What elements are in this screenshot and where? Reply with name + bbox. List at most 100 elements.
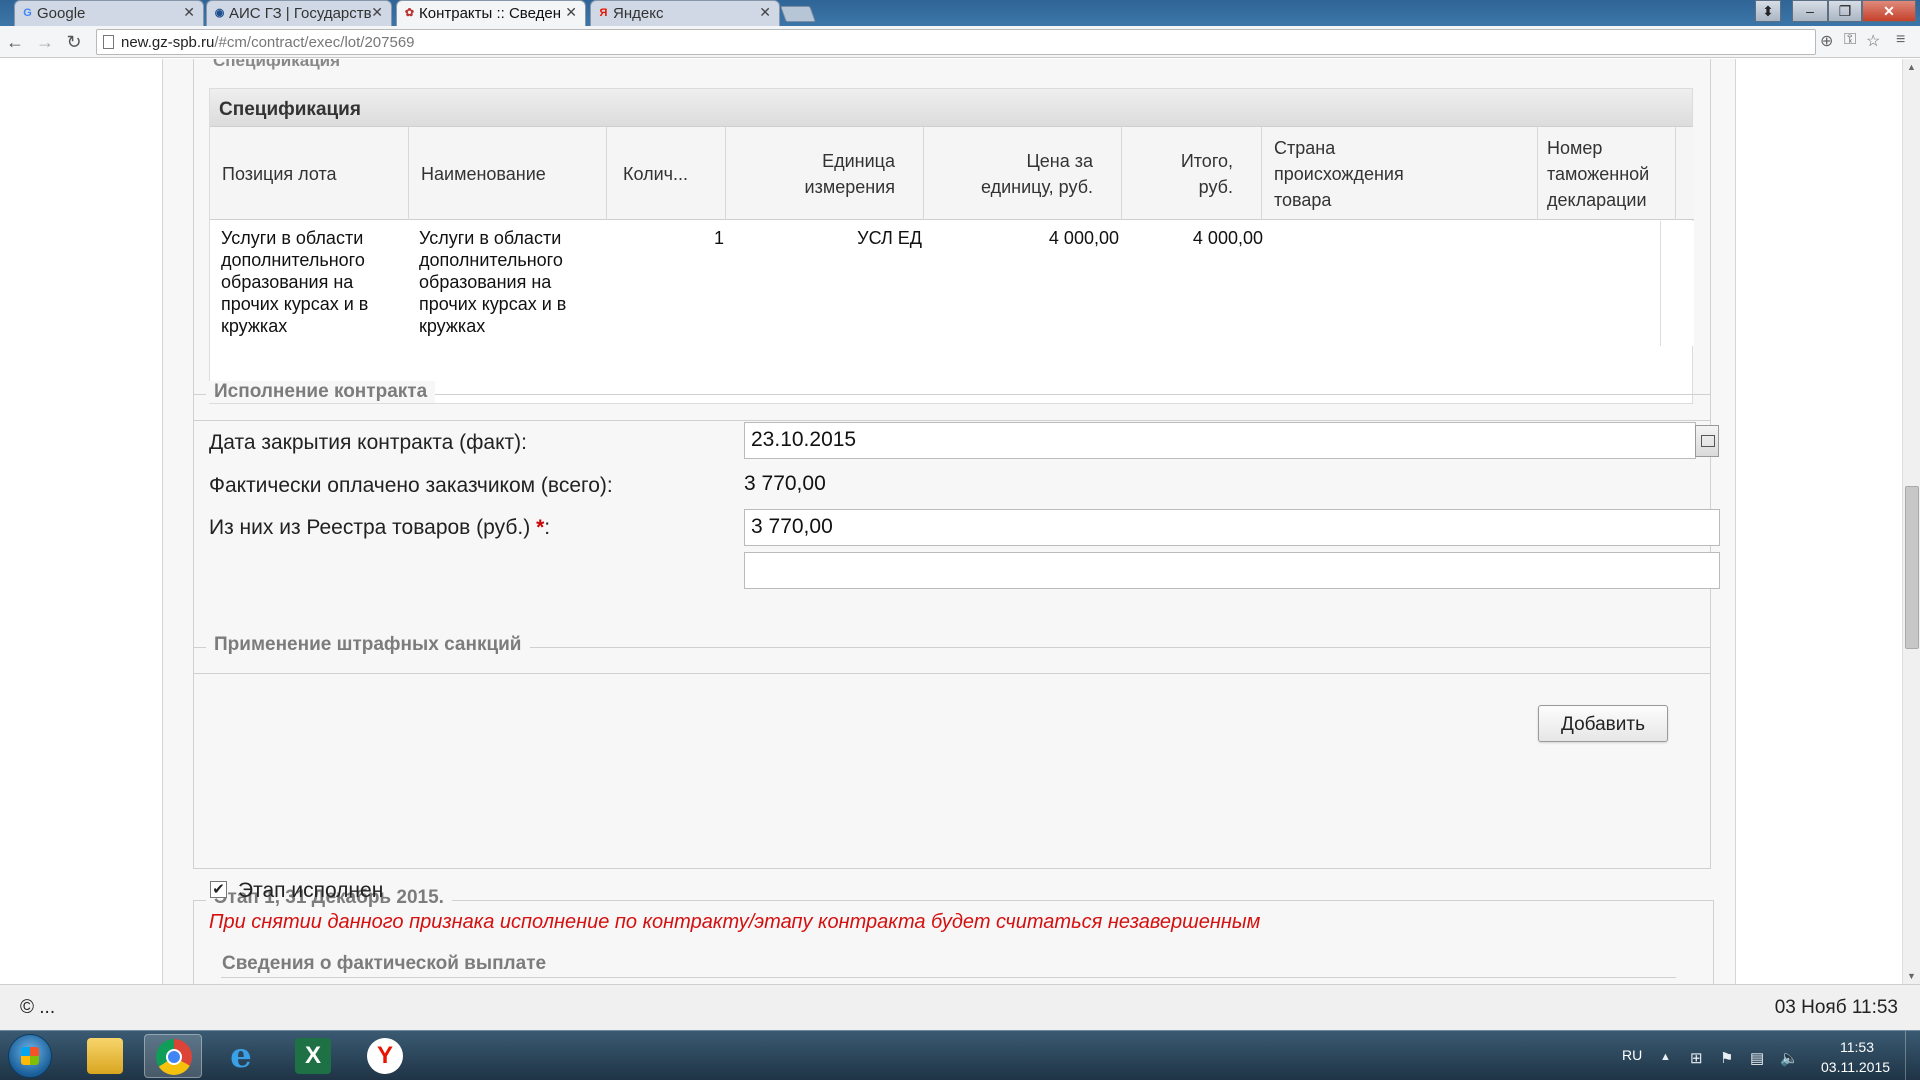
yandex-favicon-icon: Я	[599, 7, 608, 19]
windows-taskbar: e X Y RU ▲ ⊞ ⚑ ▤ 🔈 11:53 03.11.2015	[0, 1030, 1920, 1080]
cell-unit: УСЛ ЕД	[857, 228, 922, 248]
user-icon[interactable]: ⬍	[1755, 0, 1781, 22]
clock-date[interactable]: 03.11.2015	[1821, 1059, 1890, 1075]
network-icon[interactable]: ▤	[1750, 1049, 1764, 1067]
registry-label: Из них из Реестра товаров (руб.) *:	[209, 516, 551, 539]
close-date-input[interactable]: 23.10.2015	[744, 422, 1696, 459]
contracts-favicon-icon: ✿	[404, 7, 415, 19]
taskbar-chrome[interactable]	[144, 1034, 202, 1078]
tab-yandex[interactable]: Я Яндекс ✕	[590, 0, 780, 26]
add-penalty-button[interactable]: Добавить	[1538, 705, 1668, 742]
volume-icon[interactable]: 🔈	[1780, 1049, 1799, 1067]
row-divider	[1660, 221, 1661, 346]
table-row[interactable]: Услуги в области дополнительного образов…	[210, 221, 1694, 346]
page-viewport: Спецификация Спецификация Позиция лота Н…	[0, 59, 1902, 984]
close-date-label: Дата закрытия контракта (факт):	[209, 431, 527, 454]
show-desktop-button[interactable]	[1905, 1031, 1920, 1080]
col-header-name[interactable]: Наименование	[409, 127, 607, 220]
tab-label: Яндекс	[613, 5, 664, 22]
cell-price: 4 000,00	[1048, 228, 1119, 248]
cell-qty: 1	[713, 228, 724, 248]
browser-tab-bar: G Google ✕ ◉ АИС ГЗ | Государств ✕ ✿ Кон…	[0, 0, 1920, 26]
status-datetime: 03 Нояб 11:53	[1774, 997, 1898, 1018]
maximize-button[interactable]: ❐	[1828, 0, 1862, 22]
cut-section-header: Спецификация	[213, 59, 341, 70]
url-path: /#cm/contract/exec/lot/207569	[214, 34, 415, 51]
stage-done-checkbox[interactable]: ✔	[210, 881, 227, 898]
url-host: new.gz-spb.ru	[121, 34, 215, 51]
scroll-thumb[interactable]	[1905, 486, 1919, 649]
penalties-fieldset: Применение штрафных санкций	[193, 634, 1711, 869]
col-header-country[interactable]: Страна происхождения товара	[1262, 127, 1538, 220]
close-window-button[interactable]: ✕	[1862, 0, 1916, 22]
address-bar[interactable]: new.gz-spb.ru/#cm/contract/exec/lot/2075…	[96, 29, 1816, 55]
google-favicon-icon: G	[23, 7, 32, 19]
tab-close-icon[interactable]: ✕	[759, 4, 771, 21]
tab-label: АИС ГЗ | Государств	[229, 5, 372, 22]
payment-info-legend: Сведения о фактической выплате	[222, 953, 547, 974]
zoom-icon[interactable]: ⊕	[1820, 31, 1833, 51]
extra-input[interactable]	[744, 552, 1720, 589]
ais-favicon-icon: ◉	[214, 7, 225, 19]
stage-done-label: Этап исполнен	[238, 879, 384, 902]
registry-amount-input[interactable]: 3 770,00	[744, 509, 1720, 546]
browser-toolbar: ← → ↻ new.gz-spb.ru/#cm/contract/exec/lo…	[0, 26, 1920, 58]
tab-label: Контракты :: Сведен	[419, 5, 561, 22]
cell-name: Услуги в области дополнительного образов…	[419, 228, 567, 336]
new-tab-button[interactable]	[780, 6, 816, 22]
page-icon	[103, 35, 114, 49]
page-scrollbar[interactable]: ▲ ▼	[1902, 59, 1920, 984]
payment-fieldset-border	[221, 977, 1676, 978]
tab-label: Google	[37, 5, 86, 22]
scroll-up-icon[interactable]: ▲	[1907, 62, 1916, 72]
key-icon[interactable]: ⚿	[1844, 31, 1856, 49]
clock-time[interactable]: 11:53	[1840, 1039, 1874, 1055]
tab-contracts[interactable]: ✿ Контракты :: Сведен ✕	[396, 0, 586, 26]
execution-legend: Исполнение контракта	[206, 381, 436, 403]
forward-arrow-icon[interactable]: →	[34, 31, 56, 53]
taskbar-yandex[interactable]: Y	[356, 1034, 414, 1078]
tray-expand-icon[interactable]: ▲	[1660, 1051, 1671, 1063]
col-header-customs[interactable]: Номер таможенной декларации	[1538, 127, 1676, 220]
spec-title: Спецификация	[210, 89, 1692, 127]
spec-table: Спецификация Позиция лота Наименование К…	[209, 88, 1694, 404]
col-header-unit[interactable]: Единица измерения	[726, 127, 924, 220]
taskbar-excel[interactable]: X	[284, 1034, 342, 1078]
tab-close-icon[interactable]: ✕	[565, 4, 577, 21]
menu-icon[interactable]: ≡	[1896, 31, 1905, 49]
calendar-icon[interactable]	[1695, 425, 1719, 457]
stage-warning-text: При снятии данного признака исполнение п…	[209, 911, 1261, 933]
chrome-icon	[156, 1039, 192, 1075]
taskbar-explorer[interactable]	[76, 1034, 134, 1078]
paid-total-value: 3 770,00	[744, 472, 826, 495]
copyright-text: © ...	[20, 997, 56, 1018]
yandex-browser-icon: Y	[367, 1038, 403, 1074]
windows-flag-icon[interactable]: ⊞	[1690, 1049, 1703, 1067]
page-content: Спецификация Спецификация Позиция лота Н…	[162, 59, 1736, 984]
col-header-total[interactable]: Итого, руб.	[1122, 127, 1262, 220]
cell-total: 4 000,00	[1192, 228, 1263, 248]
cell-position: Услуги в области дополнительного образов…	[221, 228, 369, 336]
bookmark-star-icon[interactable]: ☆	[1866, 31, 1880, 51]
tab-close-icon[interactable]: ✕	[371, 4, 383, 21]
tab-ais-gz[interactable]: ◉ АИС ГЗ | Государств ✕	[206, 0, 392, 26]
minimize-button[interactable]: –	[1792, 0, 1828, 22]
col-header-qty[interactable]: Колич...	[607, 127, 726, 220]
tab-google[interactable]: G Google ✕	[14, 0, 204, 26]
excel-icon: X	[295, 1038, 331, 1074]
tab-close-icon[interactable]: ✕	[183, 4, 195, 21]
col-header-position[interactable]: Позиция лота	[210, 127, 409, 220]
reload-icon[interactable]: ↻	[63, 31, 85, 53]
language-indicator[interactable]: RU	[1622, 1047, 1642, 1063]
app-status-bar: © ... 03 Нояб 11:53	[0, 984, 1920, 1030]
action-center-flag-icon[interactable]: ⚑	[1720, 1049, 1733, 1067]
spec-table-header: Позиция лота Наименование Колич... Едини…	[210, 127, 1694, 220]
paid-total-label: Фактически оплачено заказчиком (всего):	[209, 474, 613, 497]
internet-explorer-icon: e	[230, 1036, 252, 1076]
start-button[interactable]	[8, 1034, 52, 1078]
scroll-down-icon[interactable]: ▼	[1907, 971, 1916, 981]
col-header-price[interactable]: Цена за единицу, руб.	[924, 127, 1122, 220]
back-arrow-icon[interactable]: ←	[4, 31, 26, 53]
folder-icon	[87, 1038, 123, 1074]
taskbar-ie[interactable]: e	[212, 1034, 270, 1078]
